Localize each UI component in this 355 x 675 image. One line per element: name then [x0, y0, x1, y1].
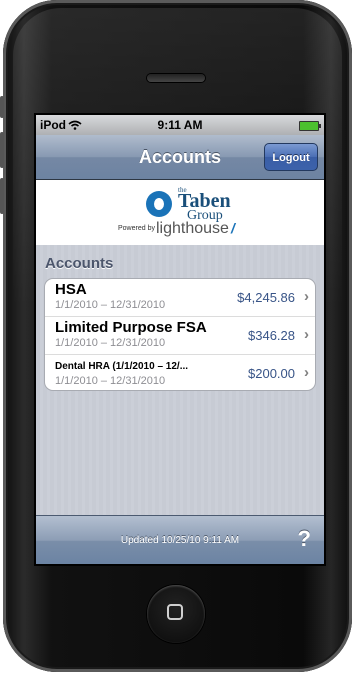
brand-header: the Taben Group Powered by lighthouse / [36, 180, 324, 245]
earpiece-speaker [147, 74, 205, 82]
taben-logo-icon [146, 191, 172, 217]
accounts-content: Accounts HSA 1/1/2010 – 12/31/2010 $4,24… [36, 245, 324, 515]
table-row[interactable]: Limited Purpose FSA 1/1/2010 – 12/31/201… [45, 317, 315, 355]
account-name: HSA [55, 281, 87, 298]
accounts-table: HSA 1/1/2010 – 12/31/2010 $4,245.86 › Li… [44, 278, 316, 391]
account-dates: 1/1/2010 – 12/31/2010 [55, 299, 166, 311]
logout-button[interactable]: Logout [264, 143, 318, 171]
lighthouse-wordmark: lighthouse [156, 220, 229, 237]
mute-switch [0, 96, 4, 118]
home-button-icon [167, 604, 183, 620]
status-bar: iPod 9:11 AM [36, 115, 324, 135]
navigation-bar: Accounts Logout [36, 135, 324, 180]
chevron-right-icon: › [304, 364, 309, 381]
account-dates: 1/1/2010 – 12/31/2010 [55, 375, 166, 387]
battery-icon [299, 121, 321, 131]
last-updated-label: Updated 10/25/10 9:11 AM [120, 535, 240, 546]
lighthouse-mark-icon: / [231, 220, 235, 236]
screen: iPod 9:11 AM Accounts Logout the Taben G… [36, 115, 324, 564]
account-name: Limited Purpose FSA [55, 319, 207, 336]
powered-by-label: Powered by [118, 225, 155, 232]
help-icon[interactable]: ? [298, 526, 311, 552]
account-balance: $200.00 [248, 366, 295, 381]
chevron-right-icon: › [304, 288, 309, 305]
chevron-right-icon: › [304, 326, 309, 343]
volume-up-button [0, 132, 4, 168]
account-dates: 1/1/2010 – 12/31/2010 [55, 337, 166, 349]
table-row[interactable]: HSA 1/1/2010 – 12/31/2010 $4,245.86 › [45, 279, 315, 317]
status-time: 9:11 AM [157, 118, 203, 132]
account-name: Dental HRA (1/1/2010 – 12/... [55, 361, 189, 372]
table-row[interactable]: Dental HRA (1/1/2010 – 12/... 1/1/2010 –… [45, 355, 315, 390]
account-balance: $346.28 [248, 328, 295, 343]
account-balance: $4,245.86 [237, 290, 295, 305]
bottom-toolbar: Updated 10/25/10 9:11 AM ? [36, 515, 324, 564]
home-button[interactable] [147, 585, 205, 643]
volume-down-button [0, 178, 4, 214]
section-header: Accounts [45, 255, 114, 272]
